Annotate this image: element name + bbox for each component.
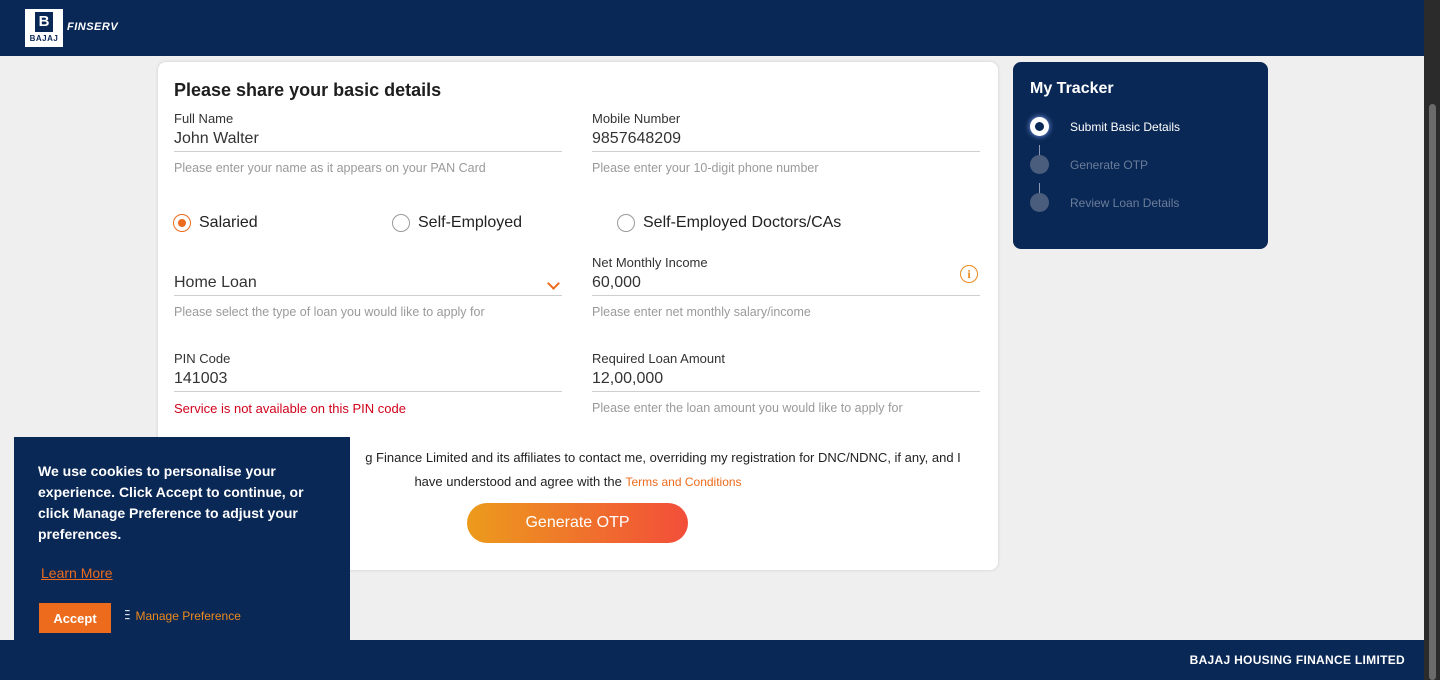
- pin-code-input[interactable]: 141003: [174, 369, 562, 391]
- scrollbar-thumb[interactable]: [1429, 104, 1436, 680]
- radio-selected-icon[interactable]: [173, 214, 191, 232]
- loan-type-hint: Please select the type of loan you would…: [174, 305, 485, 319]
- radio-unselected-icon[interactable]: [392, 214, 410, 232]
- radio-unselected-icon[interactable]: [617, 214, 635, 232]
- full-name-field[interactable]: Full Name John Walter Please enter your …: [174, 111, 562, 175]
- step-active-icon: [1030, 117, 1049, 136]
- info-icon[interactable]: i: [960, 265, 978, 283]
- loan-amount-hint: Please enter the loan amount you would l…: [592, 401, 903, 415]
- tracker-title: My Tracker: [1030, 80, 1114, 97]
- full-name-input[interactable]: John Walter: [174, 129, 562, 151]
- generate-otp-button[interactable]: Generate OTP: [467, 503, 688, 543]
- loan-amount-label: Required Loan Amount: [592, 351, 725, 366]
- loan-amount-underline: [592, 391, 980, 392]
- consent-line-2-text: have understood and agree with the: [414, 474, 622, 489]
- full-name-hint: Please enter your name as it appears on …: [174, 161, 486, 175]
- radio-salaried[interactable]: Salaried: [173, 214, 258, 232]
- logo-text: FINSERV: [67, 21, 119, 33]
- loan-type-underline: [174, 295, 562, 296]
- radio-salaried-label: Salaried: [199, 214, 258, 231]
- income-field[interactable]: Net Monthly Income 60,000 i Please enter…: [592, 255, 980, 319]
- terms-link[interactable]: Terms and Conditions: [626, 475, 742, 489]
- mobile-input[interactable]: 9857648209: [592, 129, 980, 151]
- cookie-message: We use cookies to personalise your exper…: [38, 463, 304, 542]
- loan-type-select[interactable]: Home Loan Please select the type of loan…: [174, 255, 562, 319]
- step-pending-icon: [1030, 193, 1049, 212]
- mobile-label: Mobile Number: [592, 111, 681, 126]
- footer: BAJAJ HOUSING FINANCE LIMITED: [0, 640, 1424, 680]
- my-tracker-panel: My Tracker Submit Basic Details Generate…: [1013, 62, 1268, 249]
- radio-self-employed[interactable]: Self-Employed: [392, 214, 522, 232]
- learn-more-link[interactable]: Learn More: [41, 565, 113, 581]
- tracker-step-review: Review Loan Details: [1030, 193, 1179, 212]
- income-label: Net Monthly Income: [592, 255, 708, 270]
- radio-self-employed-label: Self-Employed: [418, 214, 523, 231]
- loan-amount-input[interactable]: 12,00,000: [592, 369, 980, 391]
- page-title: Please share your basic details: [174, 80, 442, 100]
- tracker-step-otp: Generate OTP: [1030, 155, 1148, 174]
- pin-code-label: PIN Code: [174, 351, 231, 366]
- income-underline: [592, 295, 980, 296]
- manage-preference-label: Manage Preference: [135, 608, 241, 623]
- mobile-hint: Please enter your 10-digit phone number: [592, 161, 819, 175]
- manage-preference-button[interactable]: ⫶⫶⫶ Manage Preference: [124, 607, 241, 624]
- pin-code-field[interactable]: PIN Code 141003 Service is not available…: [174, 351, 562, 416]
- full-name-underline: [174, 151, 562, 152]
- top-header: B BAJAJ FINSERV: [0, 0, 1424, 56]
- bajaj-logo[interactable]: B BAJAJ: [25, 9, 63, 47]
- full-name-label: Full Name: [174, 111, 234, 126]
- tracker-step-submit: Submit Basic Details: [1030, 117, 1180, 136]
- loan-type-value[interactable]: Home Loan: [174, 273, 562, 295]
- page-scrollbar[interactable]: [1424, 0, 1440, 680]
- cookie-banner: We use cookies to personalise your exper…: [14, 437, 350, 640]
- radio-doctors-cas[interactable]: Self-Employed Doctors/CAs: [617, 214, 841, 232]
- pin-code-underline: [174, 391, 562, 392]
- income-input[interactable]: 60,000: [592, 273, 980, 295]
- income-hint: Please enter net monthly salary/income: [592, 305, 811, 319]
- pin-code-error: Service is not available on this PIN cod…: [174, 401, 406, 416]
- mobile-underline: [592, 151, 980, 152]
- step-label: Review Loan Details: [1070, 195, 1180, 210]
- logo-small-text: BAJAJ: [29, 34, 59, 43]
- sliders-icon: ⫶⫶⫶: [124, 607, 130, 623]
- step-label: Generate OTP: [1070, 157, 1149, 172]
- footer-company-name: BAJAJ HOUSING FINANCE LIMITED: [1189, 653, 1405, 667]
- mobile-field[interactable]: Mobile Number 9857648209 Please enter yo…: [592, 111, 980, 175]
- accept-button[interactable]: Accept: [39, 603, 111, 633]
- logo-mark: B: [35, 12, 53, 32]
- step-pending-icon: [1030, 155, 1049, 174]
- radio-doctors-cas-label: Self-Employed Doctors/CAs: [643, 214, 842, 231]
- loan-amount-field[interactable]: Required Loan Amount 12,00,000 Please en…: [592, 351, 980, 415]
- step-label: Submit Basic Details: [1070, 119, 1181, 134]
